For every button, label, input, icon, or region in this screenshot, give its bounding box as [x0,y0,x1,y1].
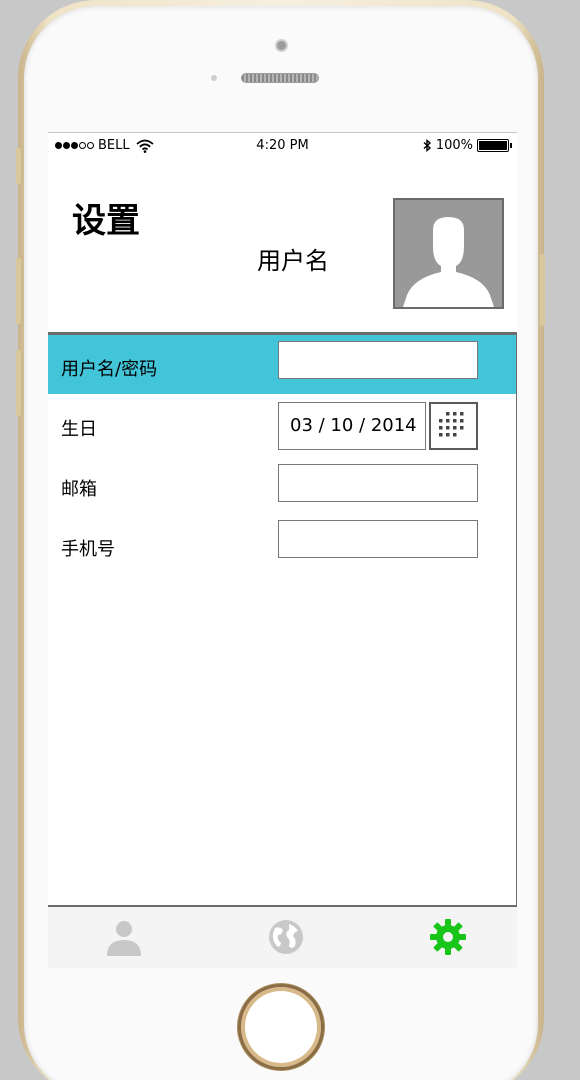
username-label: 用户名 [257,247,329,275]
home-button[interactable] [238,984,324,1070]
tab-bar [48,907,517,968]
bluetooth-icon [423,139,431,152]
proximity-sensor [211,75,217,81]
mute-switch [16,148,21,184]
app-screen: BELL 4:20 PM 100% 设置 用户名 用户名/密码 生日 03 / … [48,132,517,968]
status-bar: BELL 4:20 PM 100% [48,133,517,159]
phone-label: 手机号 [61,539,115,560]
email-input[interactable] [278,464,478,502]
avatar[interactable] [393,198,504,309]
email-label: 邮箱 [61,479,97,500]
phone-input[interactable] [278,520,478,558]
battery-percent: 100% [435,138,473,153]
status-right: 100% [422,138,512,153]
tab-explore[interactable] [261,915,311,959]
person-silhouette-icon [403,217,494,307]
birthday-date-input[interactable]: 03 / 10 / 2014 [278,402,426,450]
battery-icon [477,139,512,152]
earpiece-speaker [241,73,319,83]
username-password-label: 用户名/密码 [61,359,158,380]
birthday-label: 生日 [61,419,97,440]
grid-icon [439,412,464,437]
volume-down-button [16,350,21,416]
date-picker-button[interactable] [429,402,478,450]
settings-form: 用户名/密码 生日 03 / 10 / 2014 邮箱 手机号 [48,335,517,905]
tab-settings[interactable] [423,915,473,959]
front-camera [275,39,288,52]
globe-icon [269,920,303,954]
gear-icon [430,919,466,955]
page-title: 设置 [72,201,140,241]
person-icon [107,921,141,956]
tab-profile[interactable] [99,915,149,959]
volume-up-button [16,258,21,324]
username-password-input[interactable] [278,341,478,379]
power-button [540,254,545,326]
